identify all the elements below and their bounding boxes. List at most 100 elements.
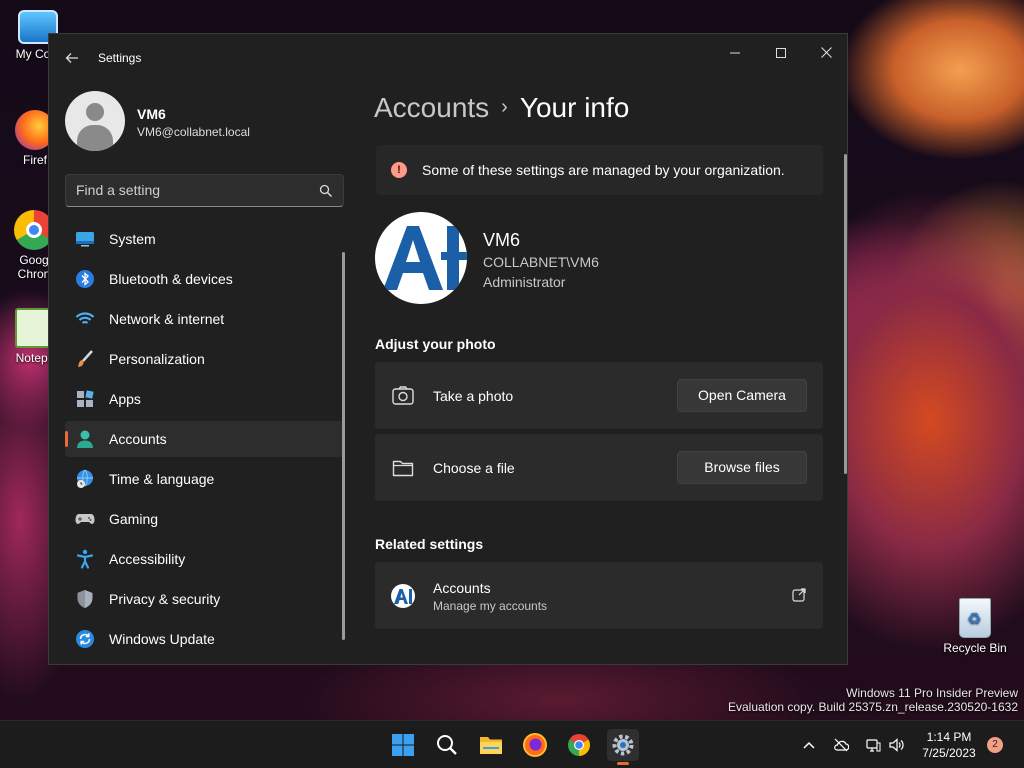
take-photo-card: Take a photo Open Camera <box>375 362 823 429</box>
related-accounts-sublabel: Manage my accounts <box>433 599 548 613</box>
user-name: VM6 <box>483 230 521 250</box>
managed-notice: ! Some of these settings are managed by … <box>376 145 823 195</box>
take-photo-label: Take a photo <box>433 388 514 404</box>
account-logo-icon <box>391 584 415 608</box>
chrome-icon <box>568 734 590 756</box>
active-app-indicator <box>617 762 629 765</box>
page-title: Your info <box>519 92 630 123</box>
start-icon <box>392 734 414 756</box>
minimize-button[interactable] <box>712 38 758 68</box>
sidebar-item-network[interactable]: Network & internet <box>65 301 344 337</box>
settings-icon <box>612 734 634 756</box>
content-scrollbar[interactable] <box>844 154 847 474</box>
info-icon: ! <box>391 162 407 178</box>
sidebar-item-label: Network & internet <box>109 311 225 327</box>
related-accounts-label: Accounts <box>433 580 491 596</box>
wifi-icon <box>75 312 95 324</box>
search-icon[interactable] <box>319 184 333 198</box>
taskbar-chrome[interactable] <box>563 729 595 761</box>
gamepad-icon <box>75 514 95 524</box>
back-button[interactable] <box>59 47 85 69</box>
sidebar-item-label: Accounts <box>109 431 167 447</box>
sidebar-item-label: System <box>109 231 156 247</box>
taskbar-file-explorer[interactable] <box>475 729 507 761</box>
title-bar: Settings <box>49 34 847 82</box>
sidebar-item-gaming[interactable]: Gaming <box>65 501 344 537</box>
sidebar-scrollbar[interactable] <box>342 252 345 640</box>
globe-clock-icon <box>77 469 93 488</box>
maximize-icon <box>776 48 786 58</box>
user-domain: COLLABNET\VM6 <box>483 254 599 270</box>
clock-date: 7/25/2023 <box>922 746 976 760</box>
related-accounts-card[interactable]: Accounts Manage my accounts <box>375 562 823 629</box>
chevron-right-icon: › <box>501 96 508 118</box>
search-icon <box>437 735 457 755</box>
notice-text: Some of these settings are managed by yo… <box>422 162 785 178</box>
sidebar-item-accessibility[interactable]: Accessibility <box>65 541 344 577</box>
sidebar-item-bluetooth[interactable]: Bluetooth & devices <box>65 261 344 297</box>
network-icon[interactable] <box>865 737 881 753</box>
taskbar: 1:14 PM 7/25/2023 2 <box>0 720 1024 768</box>
update-icon <box>76 630 94 648</box>
sidebar-item-label: Accessibility <box>109 551 186 567</box>
choose-file-label: Choose a file <box>433 460 515 476</box>
breadcrumb: Accounts › Your info <box>374 92 629 124</box>
search-input[interactable] <box>76 182 306 198</box>
taskbar-clock[interactable]: 1:14 PM 7/25/2023 <box>912 729 986 761</box>
sidebar-item-personalization[interactable]: Personalization <box>65 341 344 377</box>
section-heading-adjust-photo: Adjust your photo <box>375 336 496 352</box>
accounts-icon <box>77 430 93 448</box>
clock-time: 1:14 PM <box>926 730 972 744</box>
camera-icon <box>392 386 414 405</box>
sidebar-item-privacy-security[interactable]: Privacy & security <box>65 581 344 617</box>
desktop-icon-recycle-bin[interactable]: ♻ Recycle Bin <box>938 598 1012 655</box>
file-explorer-icon <box>480 737 502 754</box>
sidebar-item-label: Time & language <box>109 471 215 487</box>
search-box[interactable] <box>65 174 344 207</box>
breadcrumb-parent[interactable]: Accounts <box>374 92 489 123</box>
volume-icon[interactable] <box>888 737 904 753</box>
sidebar-item-label: Windows Update <box>109 631 215 647</box>
cloud-offline-icon[interactable] <box>833 737 849 753</box>
sidebar-item-windows-update[interactable]: Windows Update <box>65 621 344 657</box>
firefox-icon <box>523 733 547 757</box>
sidebar-item-label: Privacy & security <box>109 591 221 607</box>
chevron-up-icon[interactable] <box>801 737 817 753</box>
taskbar-settings[interactable] <box>607 729 639 765</box>
sidebar-nav: System Bluetooth & devices Network & int… <box>65 221 344 661</box>
settings-window: Settings VM6 VM6@collabnet.local System <box>48 33 848 665</box>
sidebar-item-apps[interactable]: Apps <box>65 381 344 417</box>
profile-name: VM6 <box>137 106 166 122</box>
notification-badge[interactable]: 2 <box>987 737 1003 753</box>
close-icon <box>820 47 832 58</box>
taskbar-search-button[interactable] <box>431 729 463 761</box>
section-heading-related: Related settings <box>375 536 484 552</box>
sidebar-item-label: Gaming <box>109 511 159 527</box>
external-link-icon[interactable] <box>791 587 807 603</box>
apps-icon <box>77 390 94 407</box>
sidebar-item-accounts[interactable]: Accounts <box>65 421 344 457</box>
active-indicator <box>65 431 68 447</box>
recycle-bin-icon: ♻ <box>959 598 991 638</box>
sidebar-item-system[interactable]: System <box>65 221 344 257</box>
minimize-icon <box>730 52 740 54</box>
brush-icon <box>78 350 93 367</box>
user-picture <box>375 212 467 304</box>
choose-file-card: Choose a file Browse files <box>375 434 823 501</box>
profile-email: VM6@collabnet.local <box>137 125 250 139</box>
close-button[interactable] <box>803 38 847 68</box>
sidebar-item-time-language[interactable]: Time & language <box>65 461 344 497</box>
open-camera-button[interactable]: Open Camera <box>677 379 807 412</box>
bluetooth-icon <box>76 270 94 288</box>
sidebar-item-label: Personalization <box>109 351 205 367</box>
account-logo-icon <box>383 226 467 290</box>
maximize-button[interactable] <box>758 38 804 68</box>
sidebar-item-label: Apps <box>109 391 141 407</box>
watermark-line: Evaluation copy. Build 25375.zn_release.… <box>728 700 1018 714</box>
user-role: Administrator <box>483 274 566 290</box>
back-arrow-icon <box>65 53 78 63</box>
taskbar-firefox[interactable] <box>519 729 551 761</box>
system-icon <box>76 232 94 247</box>
start-button[interactable] <box>387 729 419 761</box>
browse-files-button[interactable]: Browse files <box>677 451 807 484</box>
